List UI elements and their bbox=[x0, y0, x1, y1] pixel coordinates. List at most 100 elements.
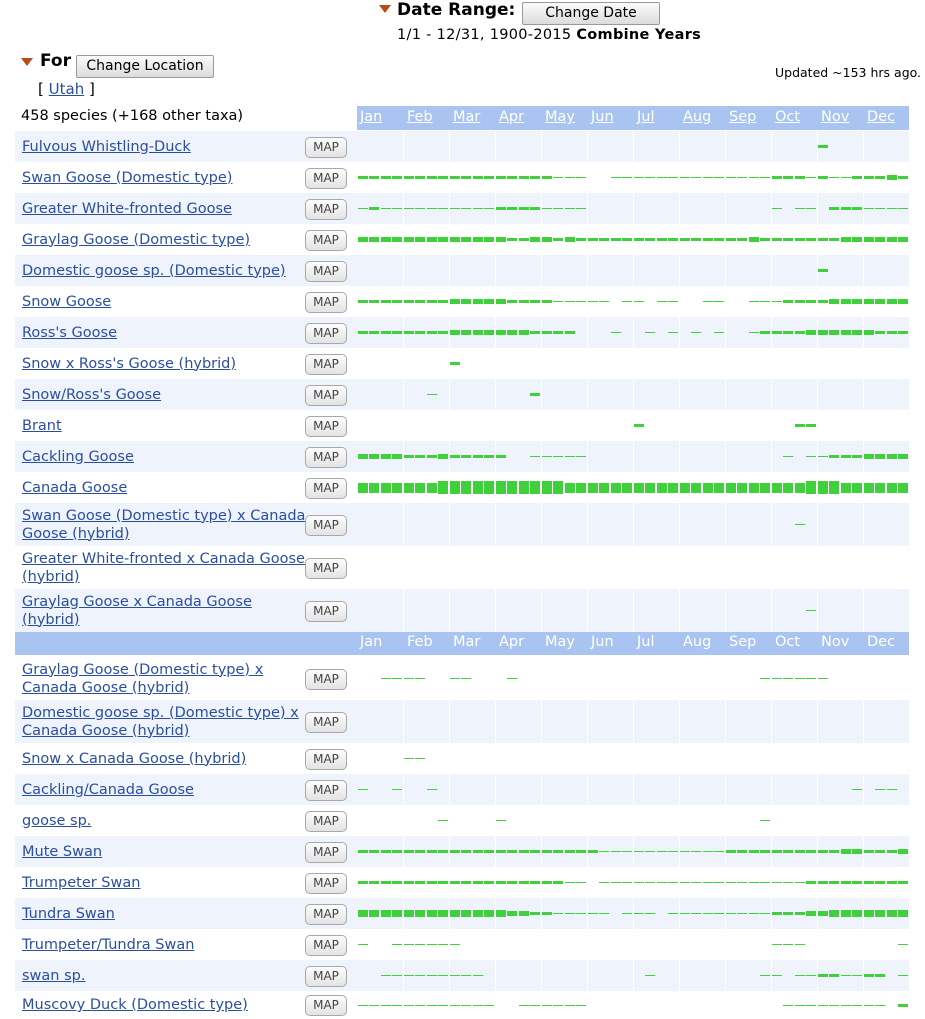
frequency-bar[interactable] bbox=[748, 301, 759, 302]
frequency-bar[interactable] bbox=[530, 331, 540, 334]
frequency-bar[interactable] bbox=[426, 176, 437, 179]
frequency-bar[interactable] bbox=[863, 330, 874, 335]
frequency-bar[interactable] bbox=[392, 850, 402, 853]
frequency-bar[interactable] bbox=[495, 176, 506, 179]
frequency-bar[interactable] bbox=[668, 177, 678, 178]
frequency-bar[interactable] bbox=[369, 237, 379, 242]
frequency-bar[interactable] bbox=[633, 301, 644, 302]
frequency-bar[interactable] bbox=[679, 913, 690, 914]
frequency-bar[interactable] bbox=[622, 851, 632, 852]
frequency-bar[interactable] bbox=[806, 177, 816, 178]
frequency-bar[interactable] bbox=[553, 881, 563, 884]
frequency-bar[interactable] bbox=[369, 910, 379, 917]
frequency-bar[interactable] bbox=[806, 208, 816, 209]
frequency-bar[interactable] bbox=[357, 850, 368, 853]
frequency-bar[interactable] bbox=[794, 238, 805, 241]
month-apr[interactable]: Apr bbox=[499, 109, 524, 125]
frequency-bar[interactable] bbox=[806, 481, 816, 494]
frequency-bar[interactable] bbox=[530, 481, 540, 494]
frequency-bar[interactable] bbox=[553, 850, 563, 853]
frequency-bar[interactable] bbox=[806, 238, 816, 241]
frequency-bar[interactable] bbox=[771, 912, 782, 915]
frequency-bar[interactable] bbox=[794, 208, 805, 209]
frequency-bar[interactable] bbox=[472, 176, 483, 179]
frequency-bar[interactable] bbox=[472, 975, 483, 976]
frequency-bar[interactable] bbox=[679, 238, 690, 241]
frequency-bar[interactable] bbox=[484, 176, 494, 179]
map-button[interactable]: MAP bbox=[305, 136, 347, 158]
frequency-bar[interactable] bbox=[472, 237, 483, 242]
frequency-bar[interactable] bbox=[817, 238, 828, 241]
frequency-bar[interactable] bbox=[426, 944, 437, 945]
frequency-bar[interactable] bbox=[449, 362, 460, 365]
species-link[interactable]: Greater White-fronted x Canada Goose (hy… bbox=[22, 550, 307, 586]
frequency-bar[interactable] bbox=[576, 177, 586, 178]
frequency-bar[interactable] bbox=[484, 208, 494, 209]
frequency-bar[interactable] bbox=[898, 208, 908, 209]
map-button[interactable]: MAP bbox=[305, 934, 347, 956]
frequency-bar[interactable] bbox=[817, 850, 828, 853]
frequency-bar[interactable] bbox=[898, 482, 908, 493]
frequency-bar[interactable] bbox=[426, 237, 437, 242]
species-link[interactable]: Cackling/Canada Goose bbox=[22, 781, 307, 799]
frequency-bar[interactable] bbox=[668, 238, 678, 241]
frequency-bar[interactable] bbox=[518, 911, 529, 916]
frequency-bar[interactable] bbox=[806, 1004, 816, 1006]
frequency-bar[interactable] bbox=[426, 975, 437, 976]
frequency-bar[interactable] bbox=[898, 237, 908, 242]
frequency-bar[interactable] bbox=[587, 850, 598, 853]
frequency-bar[interactable] bbox=[380, 454, 391, 459]
frequency-bar[interactable] bbox=[426, 881, 437, 884]
frequency-bar[interactable] bbox=[415, 1004, 425, 1006]
frequency-bar[interactable] bbox=[679, 482, 690, 493]
frequency-bar[interactable] bbox=[472, 1004, 483, 1006]
frequency-bar[interactable] bbox=[668, 301, 678, 302]
species-link[interactable]: Muscovy Duck (Domestic type) bbox=[22, 996, 307, 1014]
frequency-bar[interactable] bbox=[852, 482, 862, 493]
frequency-bar[interactable] bbox=[633, 482, 644, 493]
frequency-bar[interactable] bbox=[438, 944, 448, 945]
frequency-bar[interactable] bbox=[610, 482, 621, 493]
frequency-bar[interactable] bbox=[737, 913, 747, 914]
frequency-bar[interactable] bbox=[530, 912, 540, 915]
frequency-bar[interactable] bbox=[438, 331, 448, 334]
frequency-bar[interactable] bbox=[576, 1004, 586, 1006]
frequency-bar[interactable] bbox=[518, 300, 529, 303]
frequency-bar[interactable] bbox=[691, 238, 701, 241]
frequency-bar[interactable] bbox=[645, 882, 655, 883]
frequency-bar[interactable] bbox=[852, 789, 862, 790]
frequency-bar[interactable] bbox=[645, 177, 655, 178]
frequency-bar[interactable] bbox=[553, 301, 563, 302]
frequency-bar[interactable] bbox=[461, 237, 471, 242]
frequency-bar[interactable] bbox=[380, 300, 391, 303]
species-link[interactable]: Domestic goose sp. (Domestic type) x Can… bbox=[22, 704, 307, 740]
frequency-bar[interactable] bbox=[403, 176, 414, 179]
frequency-bar[interactable] bbox=[415, 944, 425, 945]
frequency-bar[interactable] bbox=[449, 678, 460, 679]
frequency-bar[interactable] bbox=[415, 850, 425, 853]
frequency-bar[interactable] bbox=[507, 881, 517, 884]
frequency-bar[interactable] bbox=[714, 882, 724, 883]
frequency-bar[interactable] bbox=[438, 881, 448, 884]
species-link[interactable]: Ross's Goose bbox=[22, 324, 307, 342]
frequency-bar[interactable] bbox=[829, 850, 839, 853]
frequency-bar[interactable] bbox=[668, 332, 678, 333]
frequency-bar[interactable] bbox=[564, 850, 575, 853]
species-link[interactable]: Snow/Ross's Goose bbox=[22, 386, 307, 404]
frequency-bar[interactable] bbox=[645, 851, 655, 852]
frequency-bar[interactable] bbox=[380, 237, 391, 242]
frequency-bar[interactable] bbox=[817, 678, 828, 679]
frequency-bar[interactable] bbox=[875, 299, 885, 304]
frequency-bar[interactable] bbox=[392, 331, 402, 334]
frequency-bar[interactable] bbox=[392, 454, 402, 459]
frequency-bar[interactable] bbox=[863, 299, 874, 304]
frequency-bar[interactable] bbox=[760, 331, 770, 334]
frequency-bar[interactable] bbox=[576, 238, 586, 241]
frequency-bar[interactable] bbox=[438, 208, 448, 209]
frequency-bar[interactable] bbox=[495, 237, 506, 242]
frequency-bar[interactable] bbox=[898, 1003, 908, 1007]
frequency-bar[interactable] bbox=[829, 207, 839, 210]
month-aug[interactable]: Aug bbox=[683, 109, 711, 125]
frequency-bar[interactable] bbox=[518, 176, 529, 179]
frequency-bar[interactable] bbox=[541, 912, 552, 915]
